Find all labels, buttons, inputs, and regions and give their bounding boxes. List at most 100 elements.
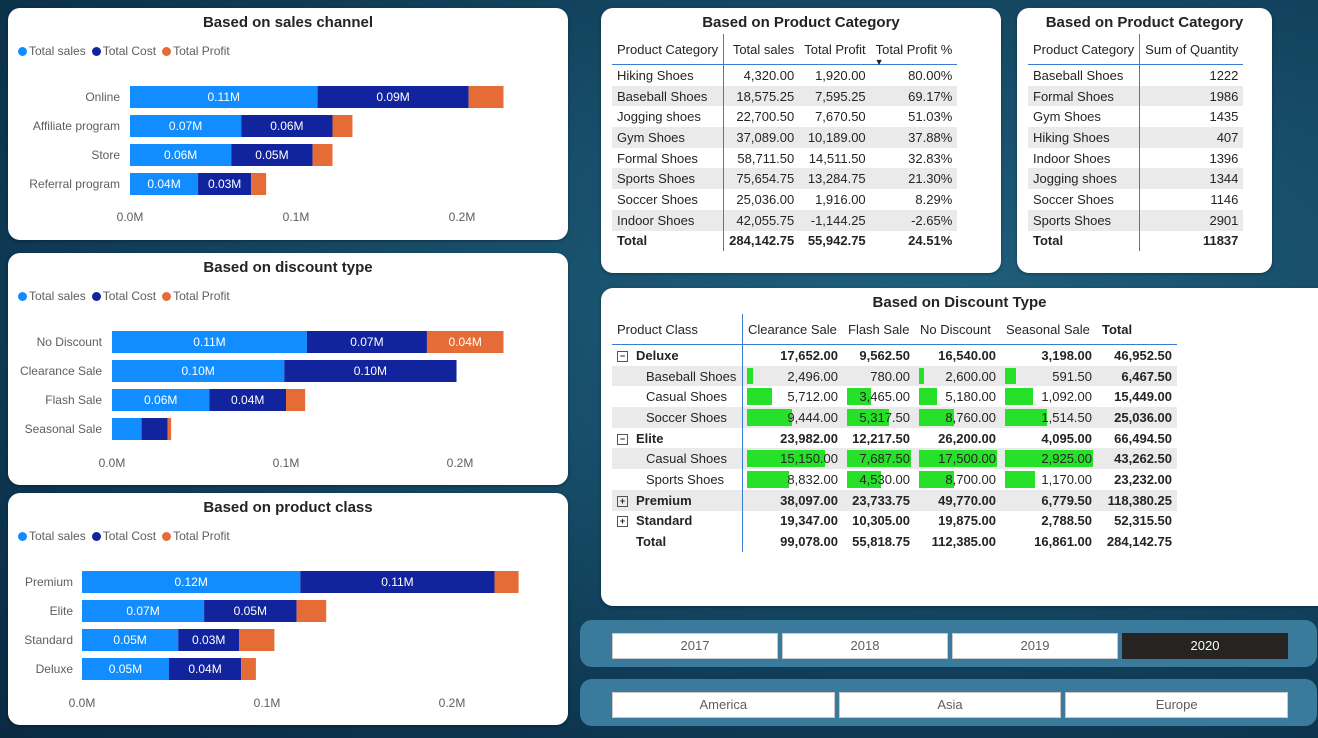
table-row[interactable]: Baseball Shoes 18,575.25 7,595.25 69.17%: [612, 85, 958, 107]
table-row[interactable]: Sports Shoes 75,654.75 13,284.75 21.30%: [612, 168, 958, 190]
sort-down-icon[interactable]: ▼: [875, 57, 884, 67]
bar-profit[interactable]: [332, 115, 353, 137]
slicer-option[interactable]: 2019: [952, 633, 1118, 659]
cell-category: Formal Shoes: [612, 147, 725, 169]
col-header-product-class[interactable]: Product Class: [612, 314, 743, 345]
bar-profit[interactable]: [167, 418, 172, 440]
matrix-row[interactable]: Casual Shoes 5,712.00 3,465.00 5,180.00 1,09…: [612, 386, 1177, 408]
bar-profit[interactable]: [296, 600, 327, 622]
matrix-row[interactable]: − Deluxe 17,652.00 9,562.50 16,540.00 3,198.0…: [612, 344, 1177, 366]
collapse-icon[interactable]: −: [617, 433, 628, 445]
table-row[interactable]: Jogging shoes 22,700.50 7,670.50 51.03%: [612, 106, 957, 128]
expand-icon[interactable]: +: [617, 516, 628, 528]
total-row[interactable]: Total 99,078.00 55,818.75 112,385.00 16,861.…: [612, 531, 1177, 552]
matrix-row[interactable]: Baseball Shoes 2,496.00 780.00 2,600.00 591.…: [612, 365, 1177, 387]
data-bar: [747, 367, 753, 385]
table-body: Hiking Shoes 4,320.00 1,920.00 80.00% Baseba…: [612, 64, 958, 252]
slicer-option[interactable]: 2020: [1122, 633, 1288, 659]
product-class-bar-chart[interactable]: Premium 0.12M 0.11M Elite 0.07M 0.05M Standard…: [8, 493, 568, 725]
cell-value: 3,465.00: [843, 386, 915, 407]
expand-icon[interactable]: +: [617, 495, 628, 507]
table-row[interactable]: Sports Shoes 2901: [1028, 209, 1244, 231]
slicer-option[interactable]: America: [612, 692, 835, 718]
col-header-no-discount[interactable]: No Discount: [915, 314, 1001, 345]
bar-profit[interactable]: [494, 571, 519, 593]
cell-total-sales: 18,575.25: [723, 85, 800, 107]
col-header-category[interactable]: Product Category: [1028, 34, 1141, 65]
slicer-option[interactable]: Asia: [838, 692, 1062, 718]
cell-total: 118,380.25: [1097, 489, 1177, 511]
discount-type-bar-chart[interactable]: No Discount 0.11M 0.07M 0.04M Clearance Sale…: [8, 253, 568, 485]
table-row[interactable]: Jogging shoes 1344: [1028, 168, 1244, 190]
col-header-quantity[interactable]: Sum of Quantity: [1139, 34, 1244, 65]
matrix-row[interactable]: Soccer Shoes 9,444.00 5,317.50 8,760.00 1,51…: [612, 407, 1177, 428]
table-row[interactable]: Soccer Shoes 1146: [1028, 189, 1243, 210]
row-header: Casual Shoes: [612, 386, 743, 408]
cell-total-profit: 7,670.50: [815, 109, 866, 125]
bar-profit[interactable]: [312, 144, 333, 166]
bar-profit[interactable]: [251, 173, 267, 195]
table-row[interactable]: Baseball Shoes 1222: [1028, 64, 1243, 86]
col-header-seasonal[interactable]: Seasonal Sale: [1001, 314, 1097, 345]
cell-category: Sports Shoes: [612, 168, 725, 190]
table-header-row: Product Class Clearance Sale Flash Sale …: [612, 314, 1177, 345]
table-row[interactable]: Indoor Shoes 1396: [1028, 147, 1243, 169]
cell-value: 8,832.00: [743, 469, 844, 490]
product-class-card: Based on product class Total sales Total…: [8, 493, 568, 725]
data-bar: [1005, 367, 1017, 385]
cell-text: 1,514.50: [1041, 409, 1092, 425]
table-row[interactable]: Hiking Shoes 407: [1028, 127, 1244, 148]
matrix-row[interactable]: Sports Shoes 8,832.00 4,530.00 8,700.00 1,17…: [612, 469, 1177, 490]
col-header-total[interactable]: Total: [1097, 314, 1177, 345]
table-row[interactable]: Formal Shoes 58,711.50 14,511.50 32.83%: [612, 147, 957, 169]
cell-total-sales: 22,700.50: [736, 109, 795, 125]
bar-profit[interactable]: [241, 658, 256, 680]
bar-profit[interactable]: [286, 389, 306, 411]
data-label: 0.11M: [381, 575, 413, 589]
cell-quantity: 1222: [1209, 67, 1239, 83]
table-row[interactable]: Gym Shoes 37,089.00 10,189.00 37.88%: [612, 127, 958, 148]
slicer-option[interactable]: 2017: [612, 633, 778, 659]
cell-category: Soccer Shoes: [612, 189, 725, 210]
matrix-row[interactable]: + Premium 38,097.00 23,733.75 49,770.00 6,779…: [612, 489, 1177, 511]
bar-profit[interactable]: [468, 86, 504, 108]
table-row[interactable]: Soccer Shoes 25,036.00 1,916.00 8.29%: [612, 189, 957, 210]
cell-category: Soccer Shoes: [1028, 189, 1141, 210]
matrix-row[interactable]: Casual Shoes 15,150.00 7,687.50 17,500.00 2,…: [612, 448, 1177, 470]
col-header-total-sales[interactable]: Total sales: [723, 34, 800, 65]
cell-total: 43,262.50: [1097, 448, 1177, 470]
table-row[interactable]: Hiking Shoes 4,320.00 1,920.00 80.00%: [612, 64, 957, 86]
cell-text: 2,925.00: [1041, 451, 1092, 467]
cell-value: 112,385.00: [931, 534, 996, 550]
col-header-category[interactable]: Product Category: [612, 34, 725, 65]
cell-profit-pct: 32.83%: [908, 150, 953, 166]
bar-cost[interactable]: [141, 418, 168, 440]
matrix-row[interactable]: + Standard 19,347.00 10,305.00 19,875.00 2,78…: [612, 510, 1177, 532]
col-header-flash[interactable]: Flash Sale: [843, 314, 915, 345]
cell-quantity: 407: [1139, 127, 1244, 148]
col-header-clearance[interactable]: Clearance Sale: [742, 314, 843, 345]
slicer-option[interactable]: Europe: [1065, 692, 1288, 718]
collapse-icon[interactable]: −: [617, 350, 628, 362]
row-header: Soccer Shoes: [612, 407, 743, 428]
col-header-total-profit[interactable]: Total Profit: [799, 34, 871, 65]
col-header-label: Total Profit %: [875, 41, 953, 57]
matrix-row[interactable]: − Elite 23,982.00 12,217.50 26,200.00 4,095.0…: [612, 427, 1177, 449]
row-header: + Premium: [612, 489, 743, 511]
x-tick-label: 0.0M: [69, 696, 96, 710]
table-header-row: Product Category Sum of Quantity: [1028, 34, 1244, 65]
col-header-profit-pct[interactable]: Total Profit % ▼: [870, 34, 958, 67]
x-tick-label: 0.0M: [99, 456, 126, 470]
cell-text: 17,500.00: [938, 451, 996, 467]
cell-total-label: Total: [612, 230, 725, 252]
category-label: Referral program: [29, 177, 120, 191]
slicer-option[interactable]: 2018: [782, 633, 948, 659]
table-row[interactable]: Indoor Shoes 42,055.75 -1,144.25 -2.65%: [612, 209, 958, 231]
table-row[interactable]: Gym Shoes 1435: [1028, 106, 1243, 128]
x-tick-label: 0.1M: [273, 456, 300, 470]
bar-profit[interactable]: [239, 629, 275, 651]
bar-sales[interactable]: [112, 418, 142, 440]
table-row[interactable]: Formal Shoes 1986: [1028, 85, 1244, 107]
discount-type-card: Based on discount type Total sales Total…: [8, 253, 568, 485]
sales-channel-bar-chart[interactable]: Online 0.11M 0.09M Affiliate program 0.07M 0.…: [8, 8, 568, 240]
